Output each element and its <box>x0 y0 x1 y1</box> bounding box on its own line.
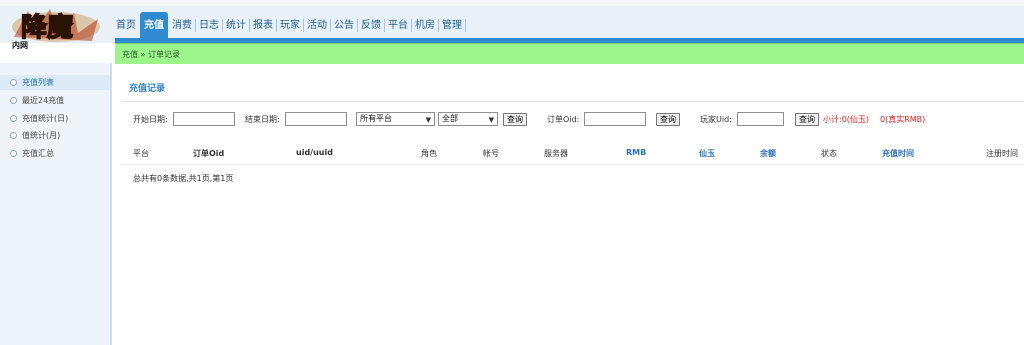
breadcrumb-bar: 充值 » 订单记录 <box>115 43 1024 64</box>
chevron-down-icon: ▼ <box>488 116 494 124</box>
pagination-summary: 总共有0条数据,共1页,第1页 <box>133 174 234 183</box>
sidebar-item-label: 充值列表 <box>22 78 54 87</box>
sidebar-item-label: 最近24充值 <box>22 96 65 105</box>
sidebar-item-label: 值统计(月) <box>22 131 61 140</box>
start-date-label: 开始日期: <box>133 115 168 124</box>
bullet-icon <box>10 150 17 157</box>
nav-server-room[interactable]: 机房 <box>412 12 438 39</box>
query-order-button[interactable]: 查询 <box>656 113 680 126</box>
end-date-field[interactable] <box>285 112 347 126</box>
server-select[interactable]: 全部 ▼ <box>438 112 498 126</box>
real-rmb-text: 0(真实RMB) <box>880 115 926 124</box>
nav-consume[interactable]: 消费 <box>169 12 195 39</box>
main-nav: 首页 充值 消费 日志 统计 报表 玩家 活动 公告 反馈 平台 机房 管理 <box>113 12 466 39</box>
player-uid-label: 玩家Uid: <box>700 115 732 124</box>
chevron-down-icon: ▼ <box>425 116 431 124</box>
nav-logs[interactable]: 日志 <box>196 12 222 39</box>
bullet-icon <box>10 132 17 139</box>
col-register-time: 注册时间 <box>986 149 1018 158</box>
start-date-field[interactable] <box>173 112 235 126</box>
nav-events[interactable]: 活动 <box>304 12 330 39</box>
nav-feedback[interactable]: 反馈 <box>358 12 384 39</box>
bullet-icon <box>10 79 17 86</box>
page-title: 充值记录 <box>129 84 166 94</box>
nav-stats[interactable]: 统计 <box>223 12 249 39</box>
nav-admin[interactable]: 管理 <box>439 12 465 39</box>
bullet-icon <box>10 115 17 122</box>
col-role: 角色 <box>421 149 437 158</box>
col-recharge-time[interactable]: 充值时间 <box>882 148 914 159</box>
main-content: 充值记录 开始日期: 结束日期: 所有平台 ▼ 全部 ▼ 查询 订单Oid: 查… <box>115 63 1024 345</box>
sidebar-item-label: 充值统计(日) <box>22 114 69 123</box>
order-oid-label: 订单Oid: <box>547 115 580 124</box>
game-logo[interactable]: 降魔 内网 <box>6 3 106 49</box>
col-server: 服务器 <box>544 149 568 158</box>
nav-recharge[interactable]: 充值 <box>140 12 168 39</box>
server-select-value: 全部 <box>442 114 458 123</box>
col-uid-uuid: uid/uuid <box>296 148 333 157</box>
nav-home[interactable]: 首页 <box>113 12 139 39</box>
col-balance[interactable]: 余额 <box>760 148 776 159</box>
query-player-button[interactable]: 查询 <box>795 113 819 126</box>
order-oid-field[interactable] <box>584 112 646 126</box>
logo-brand-text: 降魔 <box>21 13 73 43</box>
bullet-icon <box>10 97 17 104</box>
platform-select[interactable]: 所有平台 ▼ <box>356 112 435 126</box>
col-account: 帐号 <box>483 149 499 158</box>
nav-announcements[interactable]: 公告 <box>331 12 357 39</box>
nav-divider <box>465 19 466 32</box>
logo-tag-text: 内网 <box>12 40 28 49</box>
col-status: 状态 <box>821 149 837 158</box>
platform-select-value: 所有平台 <box>360 114 392 123</box>
player-uid-field[interactable] <box>737 112 784 126</box>
sidebar-item-recent-24h[interactable]: 最近24充值 <box>0 93 110 108</box>
title-divider <box>121 101 1024 102</box>
top-header: 降魔 内网 首页 充值 消费 日志 统计 报表 玩家 活动 公告 反馈 平台 机… <box>0 0 1024 49</box>
col-platform: 平台 <box>133 149 149 158</box>
nav-platform[interactable]: 平台 <box>385 12 411 39</box>
nav-players[interactable]: 玩家 <box>277 12 303 39</box>
sidebar-item-recharge-list[interactable]: 充值列表 <box>0 75 110 90</box>
nav-reports[interactable]: 报表 <box>250 12 276 39</box>
col-order-oid: 订单Oid <box>193 149 225 158</box>
sidebar-item-daily-stats[interactable]: 充值统计(日) <box>0 111 110 126</box>
sidebar-item-summary[interactable]: 充值汇总 <box>0 146 110 161</box>
sidebar: 充值列表 最近24充值 充值统计(日) 值统计(月) 充值汇总 <box>0 63 112 345</box>
col-xianyu[interactable]: 仙玉 <box>699 148 715 159</box>
table-header-divider <box>121 164 1024 165</box>
sidebar-item-monthly-stats[interactable]: 值统计(月) <box>0 128 110 143</box>
sidebar-item-label: 充值汇总 <box>22 149 54 158</box>
query-button[interactable]: 查询 <box>503 113 527 126</box>
breadcrumb: 充值 » 订单记录 <box>122 50 180 59</box>
end-date-label: 结束日期: <box>245 115 280 124</box>
col-rmb[interactable]: RMB <box>626 148 646 157</box>
header-topline <box>0 0 1024 6</box>
subtotal-text: 小计:0(仙玉) <box>823 115 870 124</box>
